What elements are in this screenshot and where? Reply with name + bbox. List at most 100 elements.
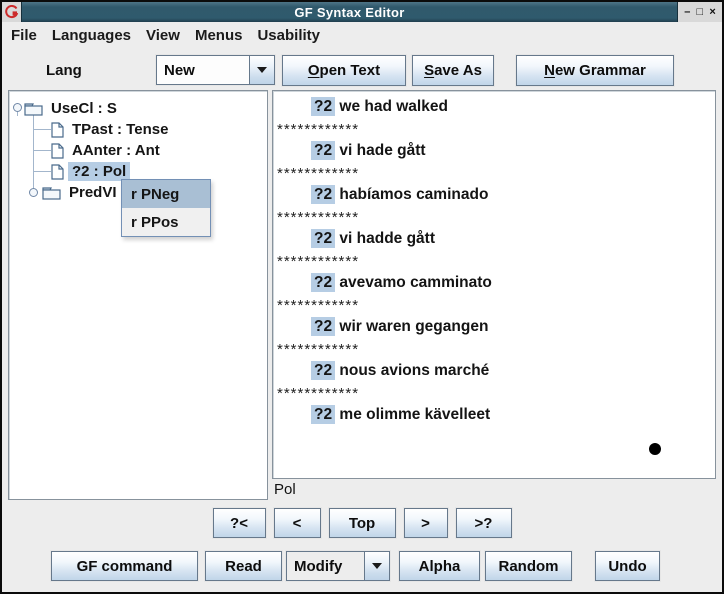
new-grammar-button[interactable]: New Grammar <box>516 55 674 86</box>
language-combobox-value: New <box>157 56 249 84</box>
menu-languages[interactable]: Languages <box>52 27 131 44</box>
new-grammar-mnemonic: N <box>544 62 555 79</box>
lin-text: vi hade gått <box>339 142 425 159</box>
window-controls: – □ × <box>678 2 722 22</box>
new-grammar-label: ew Grammar <box>555 62 646 79</box>
save-as-mnemonic: S <box>424 62 434 79</box>
lin-text: wir waren gegangen <box>339 318 488 335</box>
save-as-button[interactable]: Save As <box>412 55 494 86</box>
lin-line-german: ?2 wir waren gegangen <box>277 316 715 338</box>
close-button[interactable]: × <box>709 3 715 21</box>
tree-node-label[interactable]: UseCl : S <box>47 99 121 118</box>
tree-connector-vertical <box>33 113 34 193</box>
tree-connector-stub <box>33 171 51 172</box>
tree-node-tpast[interactable]: TPast : Tense <box>51 119 172 140</box>
tree-node-aanter[interactable]: AAnter : Ant <box>51 140 164 161</box>
chevron-down-icon <box>257 67 267 73</box>
gf-logo-icon <box>4 5 19 20</box>
folder-icon <box>24 102 43 116</box>
focus-token[interactable]: ?2 <box>311 361 335 380</box>
focus-token[interactable]: ?2 <box>311 141 335 160</box>
tree-connector-stub <box>33 150 51 151</box>
top-button[interactable]: Top <box>329 508 396 538</box>
maximize-button[interactable]: □ <box>697 3 704 21</box>
open-text-mnemonic: O <box>308 62 320 79</box>
linearization-panel[interactable]: ?2 we had walked ************ ?2 vi hade… <box>272 90 716 479</box>
syntax-tree-panel[interactable]: UseCl : S TPast : Tense AAnter : Ant ?2 … <box>8 90 268 500</box>
prev-metavar-button[interactable]: ?< <box>213 508 266 538</box>
menu-menus[interactable]: Menus <box>195 27 243 44</box>
lang-label: Lang <box>46 48 82 92</box>
lin-line-swedish: ?2 vi hade gått <box>277 140 715 162</box>
lin-text: we had walked <box>339 98 448 115</box>
focus-token[interactable]: ?2 <box>311 229 335 248</box>
titlebar-main: GF Syntax Editor <box>21 2 678 22</box>
undo-button[interactable]: Undo <box>595 551 660 581</box>
prev-node-button[interactable]: < <box>274 508 321 538</box>
tree-node-pol-selected[interactable]: ?2 : Pol <box>51 161 130 182</box>
tree-expand-handle-root[interactable] <box>13 103 22 112</box>
next-node-button[interactable]: > <box>404 508 448 538</box>
document-icon <box>51 164 64 180</box>
next-metavar-button[interactable]: >? <box>456 508 512 538</box>
open-text-label: pen Text <box>320 62 381 79</box>
tree-node-label[interactable]: TPast : Tense <box>68 120 172 139</box>
document-icon <box>51 122 64 138</box>
alpha-button[interactable]: Alpha <box>399 551 480 581</box>
lin-text: me olimme kävelleet <box>339 406 490 423</box>
tree-connector-stub <box>33 129 51 130</box>
focus-token[interactable]: ?2 <box>311 185 335 204</box>
lin-line-english: ?2 we had walked <box>277 96 715 118</box>
app-logo <box>2 2 21 22</box>
folder-icon <box>42 186 61 200</box>
toolbar: Lang New Open Text Save As New Grammar <box>2 48 722 92</box>
language-separator: ************ <box>277 294 715 316</box>
lin-line-norwegian: ?2 vi hadde gått <box>277 228 715 250</box>
tree-node-label[interactable]: AAnter : Ant <box>68 141 164 160</box>
gf-command-button[interactable]: GF command <box>51 551 198 581</box>
navigation-row: ?< < Top > >? <box>0 508 724 538</box>
focus-token[interactable]: ?2 <box>311 317 335 336</box>
refinement-popup-menu: r PNeg r PPos <box>121 179 211 237</box>
lin-line-finnish: ?2 me olimme kävelleet <box>277 404 715 426</box>
tree-node-predv[interactable]: PredVI <box>42 182 121 203</box>
language-combobox[interactable]: New <box>156 55 275 85</box>
action-row: GF command Read Modify Alpha Random Undo <box>51 551 660 581</box>
tree-node-label[interactable]: PredVI <box>65 183 121 202</box>
lin-line-italian: ?2 avevamo camminato <box>277 272 715 294</box>
focus-token[interactable]: ?2 <box>311 97 335 116</box>
lin-text: habíamos caminado <box>339 186 488 203</box>
titlebar: GF Syntax Editor – □ × <box>2 2 722 22</box>
language-separator: ************ <box>277 162 715 184</box>
menubar: File Languages View Menus Usability <box>2 22 722 48</box>
menu-usability[interactable]: Usability <box>257 27 320 44</box>
chevron-down-icon <box>372 563 382 569</box>
minimize-button[interactable]: – <box>684 3 690 21</box>
modify-combobox[interactable]: Modify <box>286 551 390 581</box>
tree-handle-stem <box>17 112 18 116</box>
status-category: Pol <box>274 481 296 498</box>
open-text-button[interactable]: Open Text <box>282 55 406 86</box>
tree-node-usecl[interactable]: UseCl : S <box>24 98 121 119</box>
popup-item-ppos[interactable]: r PPos <box>122 208 210 236</box>
read-button[interactable]: Read <box>205 551 282 581</box>
popup-item-pneg[interactable]: r PNeg <box>122 180 210 208</box>
lin-line-spanish: ?2 habíamos caminado <box>277 184 715 206</box>
menu-file[interactable]: File <box>11 27 37 44</box>
language-combobox-arrow[interactable] <box>249 56 274 84</box>
tree-collapse-handle-predv[interactable] <box>29 188 38 197</box>
random-button[interactable]: Random <box>485 551 572 581</box>
cursor-dot <box>649 443 661 455</box>
lin-line-french: ?2 nous avions marché <box>277 360 715 382</box>
focus-token[interactable]: ?2 <box>311 405 335 424</box>
language-separator: ************ <box>277 206 715 228</box>
modify-combobox-value: Modify <box>287 552 364 580</box>
language-separator: ************ <box>277 338 715 360</box>
window-title: GF Syntax Editor <box>294 5 404 20</box>
focus-token[interactable]: ?2 <box>311 273 335 292</box>
document-icon <box>51 143 64 159</box>
language-separator: ************ <box>277 118 715 140</box>
modify-combobox-arrow[interactable] <box>364 552 389 580</box>
menu-view[interactable]: View <box>146 27 180 44</box>
save-as-label: ave As <box>434 62 482 79</box>
